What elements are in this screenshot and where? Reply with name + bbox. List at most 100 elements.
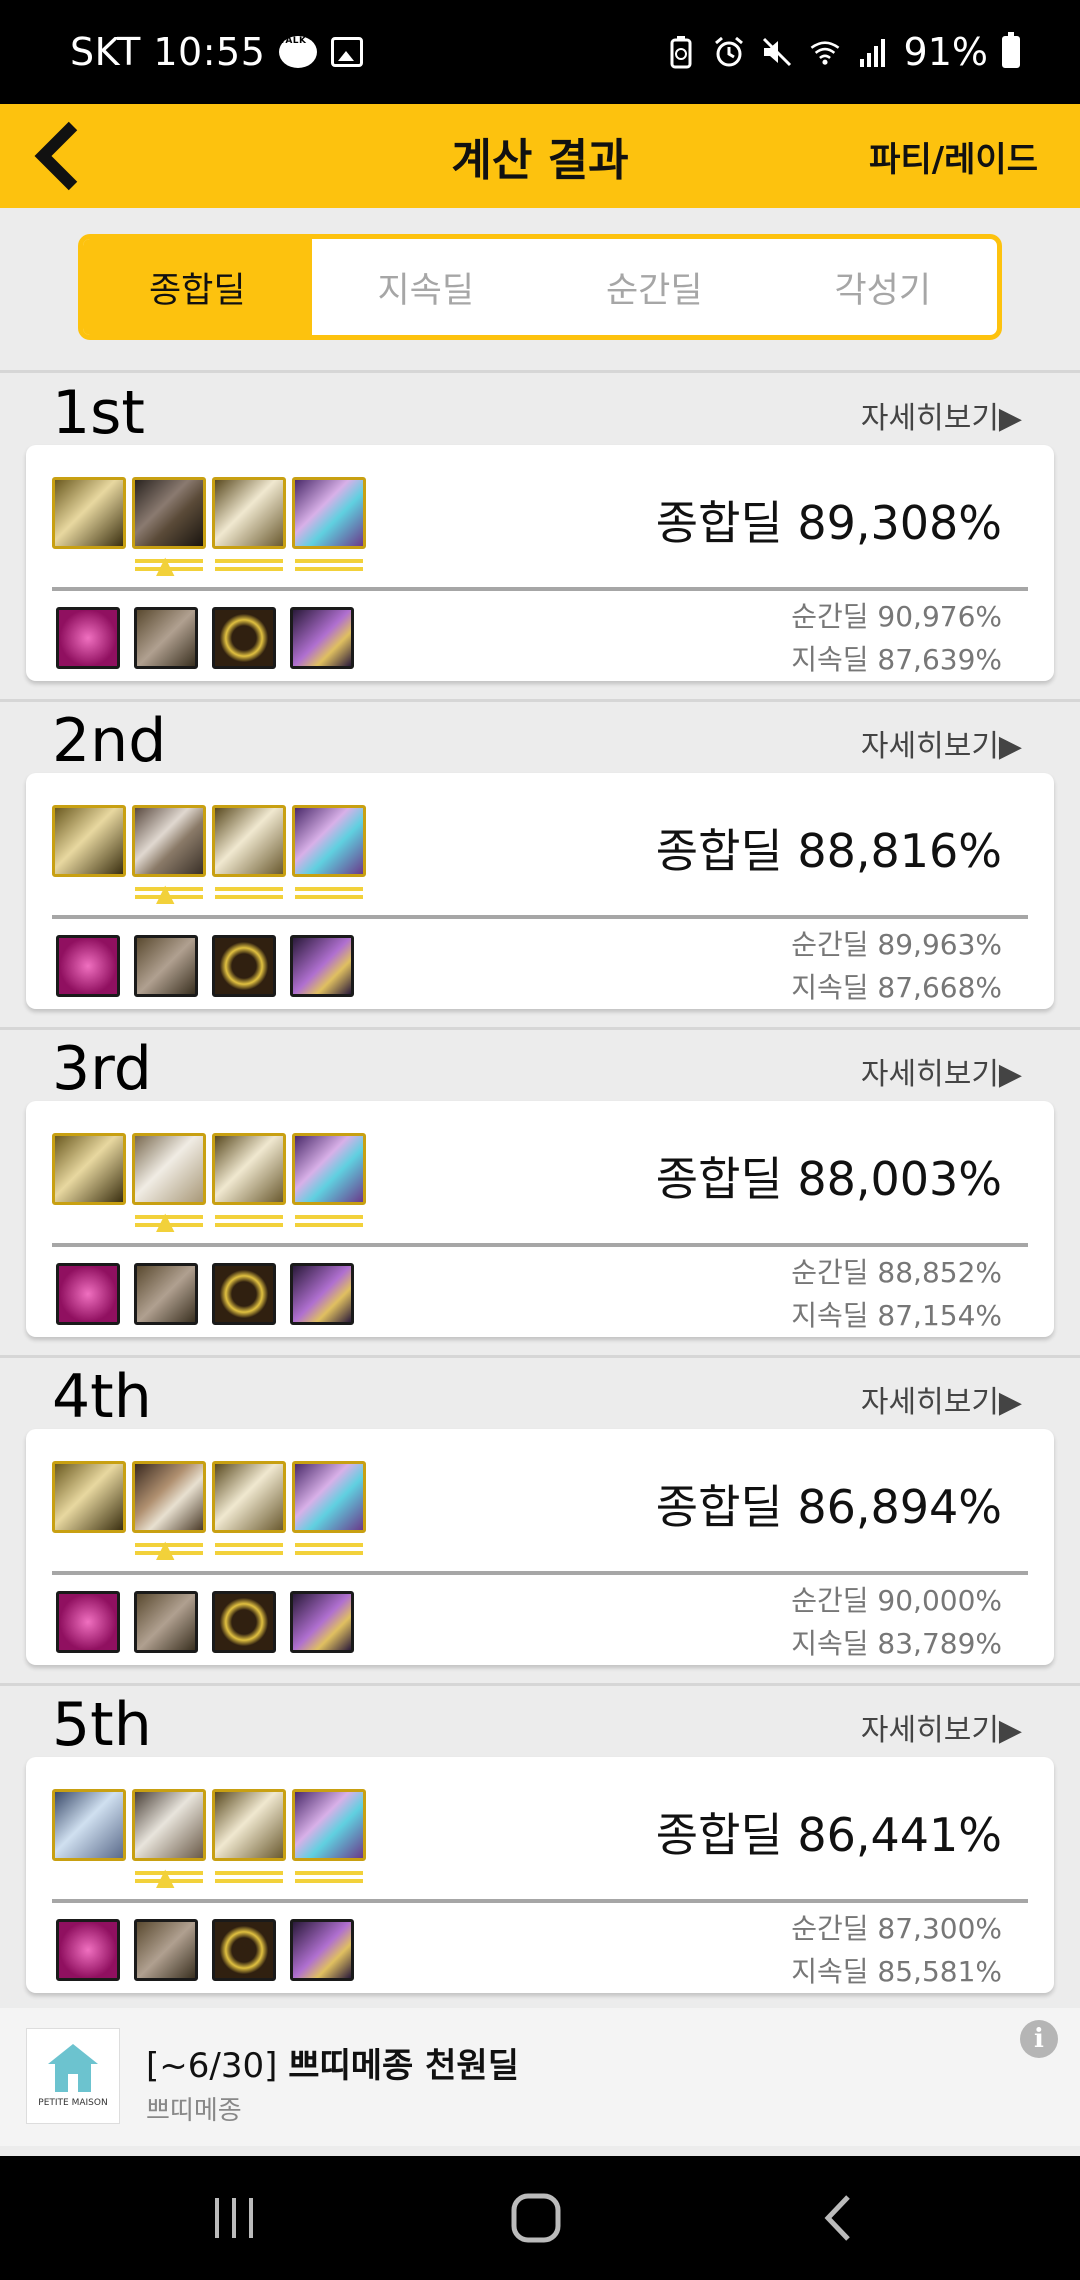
ad-logo-text: PETITE MAISON xyxy=(38,2098,108,2108)
tab-total-deal[interactable]: 종합딜 xyxy=(83,239,312,335)
result-section: 3rd 자세히보기▶ ▲ 종합딜 88,003% 순간딜 88,852% 지속딜 87,1… xyxy=(0,1029,1080,1357)
gear-image xyxy=(212,1789,286,1861)
pants-icon xyxy=(134,1263,198,1325)
accessory-row xyxy=(56,935,354,997)
ring-icon xyxy=(212,1263,276,1325)
pants-icon xyxy=(134,1919,198,1981)
rank-label: 5th xyxy=(52,1690,152,1760)
rank-label: 1st xyxy=(52,378,145,448)
upgrade-line-mark xyxy=(212,1209,286,1233)
ring-icon xyxy=(212,1591,276,1653)
accessory-row xyxy=(56,1591,354,1653)
sustain-deal-value: 지속딜 83,789% xyxy=(791,1627,1002,1660)
party-raid-button[interactable]: 파티/레이드 xyxy=(869,132,1038,181)
result-section: 5th 자세히보기▶ ▲ 종합딜 86,441% 순간딜 87,300% 지속딜 85,5… xyxy=(0,1685,1080,2013)
gear-icon xyxy=(292,1789,366,1889)
result-section: 2nd 자세히보기▶ ▲ 종합딜 88,816% 순간딜 89,963% 지속딜 87,6… xyxy=(0,701,1080,1029)
gear-icon xyxy=(212,1461,286,1561)
total-deal-value: 종합딜 86,894% xyxy=(655,1480,1002,1534)
recent-apps-icon xyxy=(215,2198,253,2238)
ad-subtitle: 쁘띠메종 xyxy=(146,2096,242,2126)
kakaotalk-icon: TALK xyxy=(279,36,318,68)
card-separator xyxy=(52,1899,1028,1903)
gear-icon xyxy=(52,1789,126,1889)
ring-icon xyxy=(212,607,276,669)
system-nav-bar xyxy=(0,2156,1080,2280)
card-separator xyxy=(52,1243,1028,1247)
view-details-link[interactable]: 자세히보기▶ xyxy=(861,1049,1022,1093)
result-card[interactable]: ▲ 종합딜 88,003% 순간딜 88,852% 지속딜 87,154% xyxy=(26,1101,1054,1337)
total-deal-value: 종합딜 86,441% xyxy=(655,1808,1002,1862)
star-icon: ▲ xyxy=(156,1535,175,1563)
result-card[interactable]: ▲ 종합딜 89,308% 순간딜 90,976% 지속딜 87,639% xyxy=(26,445,1054,681)
talk-icon-text: TALK xyxy=(279,36,307,46)
upgrade-line-mark xyxy=(212,553,286,577)
sustain-deal-value: 지속딜 87,639% xyxy=(791,643,1002,676)
accessory-row xyxy=(56,1263,354,1325)
view-details-link[interactable]: 자세히보기▶ xyxy=(861,1377,1022,1421)
result-section: 4th 자세히보기▶ ▲ 종합딜 86,894% 순간딜 90,000% 지속딜 83,7… xyxy=(0,1357,1080,1685)
gear-row: ▲ xyxy=(52,805,366,905)
view-details-link[interactable]: 자세히보기▶ xyxy=(861,393,1022,437)
upgrade-line-mark xyxy=(292,1209,366,1233)
burst-deal-value: 순간딜 88,852% xyxy=(791,1256,1002,1289)
gear-row: ▲ xyxy=(52,477,366,577)
ad-logo: PETITE MAISON xyxy=(26,2028,120,2124)
tab-awakening[interactable]: 각성기 xyxy=(769,239,998,335)
gear-row: ▲ xyxy=(52,1133,366,1233)
upgrade-star-mark: ▲ xyxy=(132,1865,206,1889)
result-card[interactable]: ▲ 종합딜 86,894% 순간딜 90,000% 지속딜 83,789% xyxy=(26,1429,1054,1665)
ring-icon xyxy=(212,1919,276,1981)
gear-image xyxy=(132,1461,206,1533)
home-button[interactable] xyxy=(496,2188,576,2248)
tab-burst-deal[interactable]: 순간딜 xyxy=(540,239,769,335)
claw-icon xyxy=(290,1263,354,1325)
sustain-deal-value: 지속딜 85,581% xyxy=(791,1955,1002,1988)
accessory-row xyxy=(56,607,354,669)
star-icon: ▲ xyxy=(156,1207,175,1235)
recent-apps-button[interactable] xyxy=(194,2188,274,2248)
total-deal-value: 종합딜 88,003% xyxy=(655,1152,1002,1206)
gear-icon xyxy=(212,477,286,577)
result-card[interactable]: ▲ 종합딜 88,816% 순간딜 89,963% 지속딜 87,668% xyxy=(26,773,1054,1009)
result-section: 1st 자세히보기▶ ▲ 종합딜 89,308% 순간딜 90,976% 지속딜 87,6… xyxy=(0,373,1080,701)
gear-icon: ▲ xyxy=(132,477,206,577)
gear-image xyxy=(52,1133,126,1205)
battery-icon xyxy=(1002,32,1020,68)
pink-orb-icon xyxy=(56,1919,120,1981)
back-nav-button[interactable] xyxy=(798,2188,878,2248)
result-card[interactable]: ▲ 종합딜 86,441% 순간딜 87,300% 지속딜 85,581% xyxy=(26,1757,1054,1993)
gear-image xyxy=(292,1789,366,1861)
ad-banner[interactable]: PETITE MAISON [~6/30] 쁘띠메종 천원딜 쁘띠메종 i xyxy=(0,2008,1080,2146)
accessory-row xyxy=(56,1919,354,1981)
upgrade-line-mark xyxy=(212,1537,286,1561)
burst-deal-value: 순간딜 90,976% xyxy=(791,600,1002,633)
gear-icon xyxy=(292,477,366,577)
info-icon[interactable]: i xyxy=(1020,2020,1058,2058)
upgrade-star-mark: ▲ xyxy=(132,881,206,905)
gear-image xyxy=(212,1461,286,1533)
gear-image xyxy=(132,805,206,877)
gear-image xyxy=(212,1133,286,1205)
gear-image xyxy=(52,1789,126,1861)
upgrade-line-mark xyxy=(292,1865,366,1889)
gear-image xyxy=(132,1133,206,1205)
home-icon xyxy=(511,2193,561,2243)
rank-label: 2nd xyxy=(52,706,167,776)
gear-row: ▲ xyxy=(52,1789,366,1889)
gear-icon xyxy=(52,477,126,577)
gear-image xyxy=(132,1789,206,1861)
upgrade-line-mark xyxy=(212,1865,286,1889)
claw-icon xyxy=(290,1591,354,1653)
gear-icon: ▲ xyxy=(132,1133,206,1233)
gear-image xyxy=(52,805,126,877)
star-icon: ▲ xyxy=(156,879,175,907)
tab-sustain-deal[interactable]: 지속딜 xyxy=(312,239,541,335)
gear-image xyxy=(292,1461,366,1533)
view-details-link[interactable]: 자세히보기▶ xyxy=(861,1705,1022,1749)
star-icon: ▲ xyxy=(156,551,175,579)
app-header: 계산 결과 파티/레이드 xyxy=(0,104,1080,208)
gear-image xyxy=(292,477,366,549)
view-details-link[interactable]: 자세히보기▶ xyxy=(861,721,1022,765)
sustain-deal-value: 지속딜 87,154% xyxy=(791,1299,1002,1332)
